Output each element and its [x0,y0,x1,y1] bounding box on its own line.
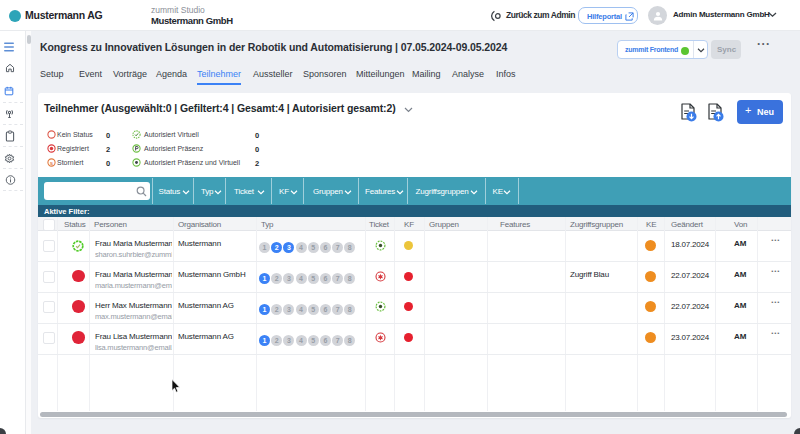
svg-text:s: s [50,160,54,166]
